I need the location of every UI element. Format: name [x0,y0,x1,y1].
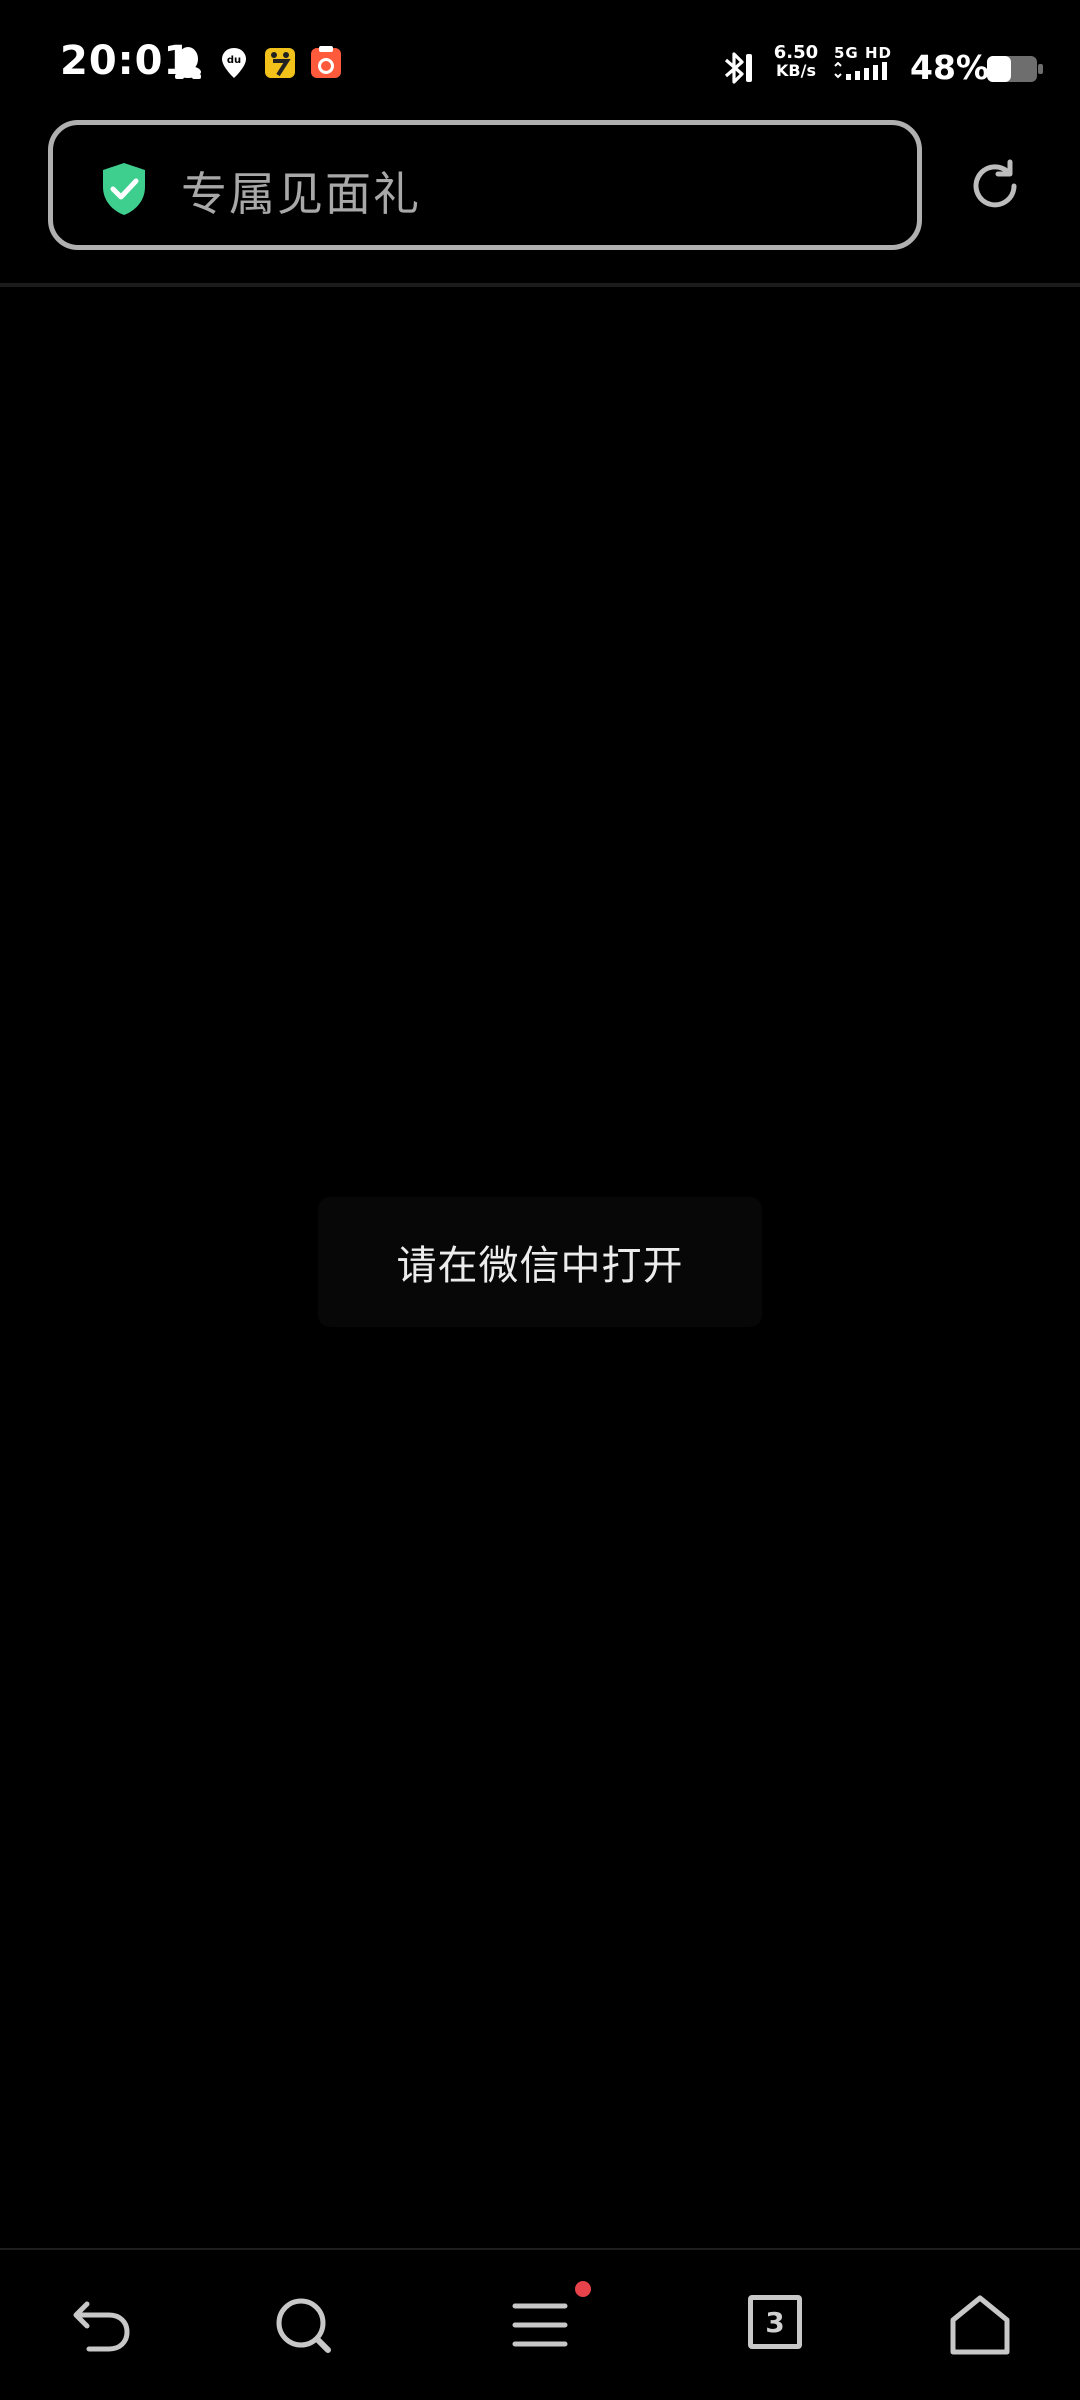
qq-icon [172,46,204,80]
tabs-count: 3 [765,2305,785,2339]
net-speed: 6.50 KB/s [768,44,824,80]
search-icon[interactable] [268,2290,338,2360]
bottom-nav [0,2250,1080,2400]
svg-text:du: du [227,55,241,66]
web-content: 请在微信中打开 [0,287,1080,2247]
network-indicator: 5G HD [832,44,892,84]
tomato-novel-icon [310,46,342,80]
notification-icons: du [172,46,342,80]
net-speed-unit: KB/s [776,61,816,80]
battery-icon [986,54,1044,88]
page-title: 专属见面礼 [181,167,421,221]
qimao-novel-icon [264,46,296,80]
status-right: 6.50 KB/s 5G HD 48% [640,0,1080,120]
network-label: 5G HD [834,44,892,62]
bluetooth-icon [720,48,756,92]
toast-message: 请在微信中打开 [318,1197,762,1327]
shield-check-icon [99,161,149,221]
tabs-button[interactable]: 3 [748,2295,802,2349]
status-bar: 20:01 du 6.50 KB/s 5G HD 48% [0,0,1080,120]
back-arrow-icon[interactable] [67,2290,137,2360]
home-icon[interactable] [945,2290,1015,2360]
battery-percent: 48% [910,48,989,87]
refresh-icon[interactable] [966,157,1024,215]
baidu-map-icon: du [218,46,250,80]
menu-badge [575,2281,591,2297]
signal-icon [834,62,887,80]
menu-icon[interactable] [505,2290,575,2360]
net-speed-value: 6.50 [773,42,819,63]
address-bar[interactable]: 专属见面礼 [48,120,922,250]
